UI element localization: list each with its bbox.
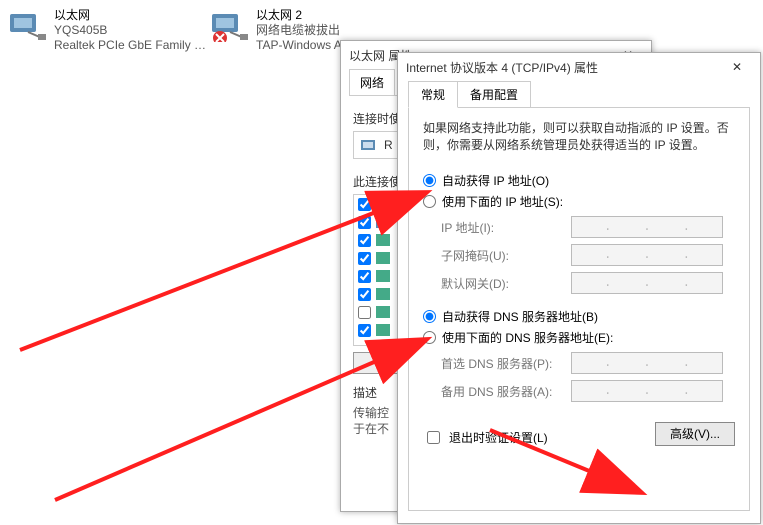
radio-auto-ip-row[interactable]: 自动获得 IP 地址(O) xyxy=(423,172,735,189)
dns1-label: 首选 DNS 服务器(P): xyxy=(441,355,571,372)
adapter-desc: Realtek PCIe GbE Family Contr... xyxy=(54,38,214,53)
protocol-icon xyxy=(375,251,391,265)
tab-general[interactable]: 常规 xyxy=(408,81,458,108)
protocol-icon xyxy=(375,287,391,301)
gateway-input: ... xyxy=(571,272,723,294)
dns2-label: 备用 DNS 服务器(A): xyxy=(441,383,571,400)
dialog-title: Internet 协议版本 4 (TCP/IPv4) 属性 xyxy=(406,59,598,76)
client-icon xyxy=(375,197,391,211)
protocol-icon xyxy=(375,323,391,337)
ipv4-properties-dialog: Internet 协议版本 4 (TCP/IPv4) 属性 ✕ 常规 备用配置 … xyxy=(397,52,761,524)
radio-auto-ip[interactable] xyxy=(423,174,436,187)
subnet-mask-input: ... xyxy=(571,244,723,266)
service-icon xyxy=(375,233,391,247)
protocol-icon xyxy=(375,269,391,283)
radio-auto-dns[interactable] xyxy=(423,310,436,323)
gateway-label: 默认网关(D): xyxy=(441,275,571,292)
protocol-icon xyxy=(375,305,391,319)
dns2-input: ... xyxy=(571,380,723,402)
validate-checkbox[interactable] xyxy=(427,431,440,444)
radio-manual-ip[interactable] xyxy=(423,195,436,208)
network-adapter-disabled-icon xyxy=(210,8,250,42)
nic-icon xyxy=(360,138,378,152)
close-icon[interactable]: ✕ xyxy=(722,60,752,74)
info-text: 如果网络支持此功能，则可以获取自动指派的 IP 设置。否则，你需要从网络系统管理… xyxy=(423,120,735,154)
adapter-name: 以太网 xyxy=(54,8,214,23)
radio-auto-dns-row[interactable]: 自动获得 DNS 服务器地址(B) xyxy=(423,308,735,325)
dns1-input: ... xyxy=(571,352,723,374)
radio-manual-dns-row[interactable]: 使用下面的 DNS 服务器地址(E): xyxy=(423,329,735,346)
tab-network[interactable]: 网络 xyxy=(349,69,395,95)
client-icon xyxy=(375,215,391,229)
validate-on-exit-row[interactable]: 退出时验证设置(L) xyxy=(423,428,548,447)
ip-address-label: IP 地址(I): xyxy=(441,219,571,236)
adapter-status: 网络电缆被拔出 xyxy=(256,23,365,38)
advanced-button[interactable]: 高级(V)... xyxy=(655,422,735,446)
radio-manual-ip-row[interactable]: 使用下面的 IP 地址(S): xyxy=(423,193,735,210)
network-adapter-icon xyxy=(8,8,48,42)
ip-address-input: ... xyxy=(571,216,723,238)
adapter-status: YQS405B xyxy=(54,23,214,38)
adapter-name: 以太网 2 xyxy=(256,8,365,23)
subnet-mask-label: 子网掩码(U): xyxy=(441,247,571,264)
radio-manual-dns[interactable] xyxy=(423,331,436,344)
tab-alternate[interactable]: 备用配置 xyxy=(457,81,531,108)
adapter-ethernet[interactable]: 以太网 YQS405B Realtek PCIe GbE Family Cont… xyxy=(8,8,208,53)
